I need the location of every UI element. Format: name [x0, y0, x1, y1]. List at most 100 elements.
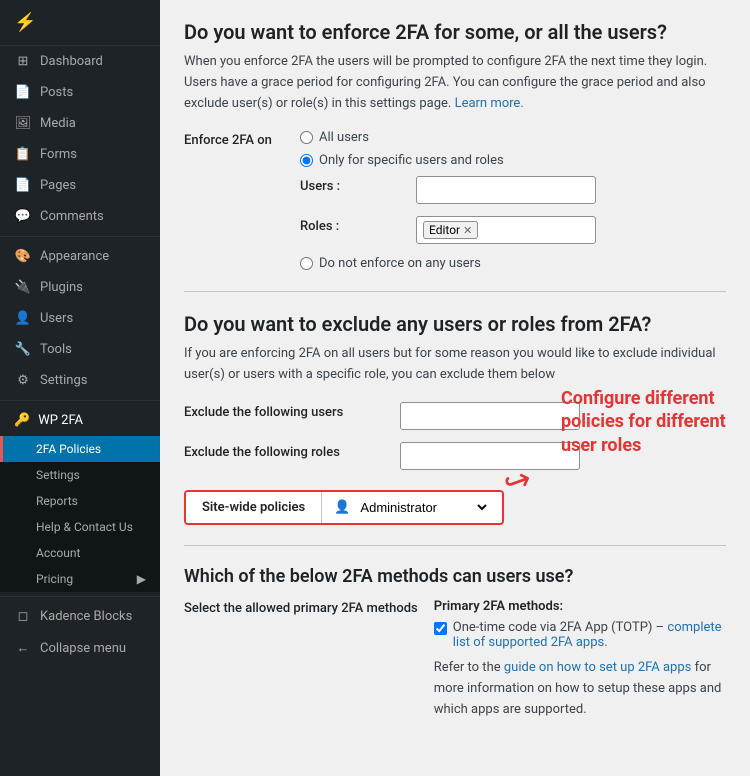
wp2fa-icon: 🔑 — [14, 413, 30, 428]
submenu-help-label: Help & Contact Us — [36, 520, 133, 534]
role-select[interactable]: Administrator Editor Author Contributor … — [356, 499, 490, 516]
submenu-account[interactable]: Account — [0, 540, 160, 566]
pages-icon: 📄 — [14, 178, 32, 193]
exclude-roles-row: Exclude the following roles Configure di… — [184, 442, 726, 470]
callout-text: Configure different policies for differe… — [561, 387, 736, 457]
sidebar-label-dashboard: Dashboard — [40, 54, 103, 69]
sidebar-item-settings[interactable]: ⚙ Settings — [0, 365, 160, 396]
radio-specific-label: Only for specific users and roles — [319, 153, 504, 168]
sidebar-item-forms[interactable]: 📋 Forms — [0, 139, 160, 170]
comments-icon: 💬 — [14, 209, 32, 224]
sidebar-item-kadence[interactable]: ◻ Kadence Blocks — [0, 601, 160, 632]
sidebar-label-wp2fa: WP 2FA — [38, 413, 83, 428]
section-divider-2 — [184, 545, 726, 546]
sidebar-item-comments[interactable]: 💬 Comments — [0, 201, 160, 232]
site-wide-tab[interactable]: Site-wide policies — [186, 492, 322, 523]
sidebar-label-pages: Pages — [40, 178, 76, 193]
primary-methods-title: Primary 2FA methods: — [434, 599, 726, 614]
sidebar-collapse[interactable]: ← Collapse menu — [0, 632, 160, 664]
methods-note: Refer to the guide on how to set up 2FA … — [434, 658, 726, 720]
methods-row: Select the allowed primary 2FA methods P… — [184, 599, 726, 720]
posts-icon: 📄 — [14, 85, 32, 100]
sidebar-label-tools: Tools — [40, 342, 72, 357]
setup-guide-link[interactable]: guide on how to set up 2FA apps — [504, 660, 692, 675]
media-icon: 🖼 — [14, 116, 32, 131]
roles-label: Roles : — [300, 216, 400, 234]
exclude-section-desc: If you are enforcing 2FA on all users bu… — [184, 344, 726, 386]
sidebar: ⚡ ⊞ Dashboard 📄 Posts 🖼 Media 📋 Forms 📄 … — [0, 0, 160, 776]
plugins-icon: 🔌 — [14, 280, 32, 295]
enforce-on-controls: All users Only for specific users and ro… — [300, 130, 504, 168]
submenu-2fa-policies-label: 2FA Policies — [36, 442, 101, 456]
remove-editor-tag[interactable]: ✕ — [463, 224, 472, 237]
sidebar-item-pages[interactable]: 📄 Pages — [0, 170, 160, 201]
radio-none-input[interactable] — [300, 257, 313, 270]
pricing-arrow-icon: ▶ — [137, 572, 146, 586]
editor-tag-label: Editor — [429, 223, 460, 237]
wp2fa-submenu: 2FA Policies Settings Reports Help & Con… — [0, 436, 160, 592]
settings-icon: ⚙ — [14, 373, 32, 388]
sidebar-label-settings: Settings — [40, 373, 87, 388]
submenu-settings[interactable]: Settings — [0, 462, 160, 488]
sidebar-label-forms: Forms — [40, 147, 77, 162]
roles-tag-input[interactable]: Editor ✕ — [416, 216, 596, 244]
sidebar-label-kadence: Kadence Blocks — [40, 609, 132, 624]
exclude-users-input[interactable] — [400, 402, 580, 430]
radio-all-input[interactable] — [300, 131, 313, 144]
sidebar-label-collapse: Collapse menu — [40, 641, 126, 656]
submenu-settings-label: Settings — [36, 468, 80, 482]
collapse-icon: ← — [14, 640, 32, 656]
sidebar-item-appearance[interactable]: 🎨 Appearance — [0, 241, 160, 272]
radio-all-users[interactable]: All users — [300, 130, 504, 145]
role-dropdown[interactable]: 👤 Administrator Editor Author Contributo… — [322, 493, 502, 522]
radio-specific-input[interactable] — [300, 154, 313, 167]
methods-select-label: Select the allowed primary 2FA methods — [184, 599, 418, 619]
submenu-reports-label: Reports — [36, 494, 78, 508]
submenu-help-contact[interactable]: Help & Contact Us — [0, 514, 160, 540]
wp-logo-icon: ⚡ — [14, 12, 36, 33]
enforce-section-desc: When you enforce 2FA the users will be p… — [184, 52, 726, 114]
sidebar-label-comments: Comments — [40, 209, 104, 224]
submenu-pricing[interactable]: Pricing ▶ — [0, 566, 160, 592]
sidebar-item-users[interactable]: 👤 Users — [0, 303, 160, 334]
exclude-roles-label: Exclude the following roles — [184, 442, 384, 460]
forms-icon: 📋 — [14, 147, 32, 162]
policy-bar-container: Site-wide policies 👤 Administrator Edito… — [184, 490, 726, 525]
learn-more-link[interactable]: Learn more. — [455, 96, 524, 111]
exclude-section-title: Do you want to exclude any users or role… — [184, 312, 726, 336]
radio-specific-users[interactable]: Only for specific users and roles — [300, 153, 504, 168]
sidebar-logo: ⚡ — [0, 0, 160, 46]
totp-checkbox[interactable] — [434, 622, 447, 635]
sidebar-item-tools[interactable]: 🔧 Tools — [0, 334, 160, 365]
totp-label: One-time code via 2FA App (TOTP) – compl… — [453, 620, 726, 650]
callout-message: Configure different policies for differe… — [561, 388, 726, 456]
exclude-roles-input[interactable] — [400, 442, 580, 470]
users-label: Users : — [300, 176, 400, 194]
users-row: Users : — [300, 176, 726, 204]
tools-icon: 🔧 — [14, 342, 32, 357]
sidebar-label-posts: Posts — [40, 85, 73, 100]
enforce-on-row: Enforce 2FA on All users Only for specif… — [184, 130, 726, 168]
sidebar-item-dashboard[interactable]: ⊞ Dashboard — [0, 46, 160, 77]
sidebar-item-media[interactable]: 🖼 Media — [0, 108, 160, 139]
editor-tag: Editor ✕ — [423, 221, 478, 239]
submenu-reports[interactable]: Reports — [0, 488, 160, 514]
enforce-section-title: Do you want to enforce 2FA for some, or … — [184, 20, 726, 44]
enforce-on-label: Enforce 2FA on — [184, 130, 284, 148]
no-enforce-row: Do not enforce on any users — [300, 256, 726, 271]
sidebar-item-wp2fa[interactable]: 🔑 WP 2FA — [0, 405, 160, 436]
sidebar-label-plugins: Plugins — [40, 280, 83, 295]
sidebar-item-posts[interactable]: 📄 Posts — [0, 77, 160, 108]
policy-bar: Site-wide policies 👤 Administrator Edito… — [184, 490, 504, 525]
radio-none[interactable]: Do not enforce on any users — [300, 256, 481, 271]
appearance-icon: 🎨 — [14, 249, 32, 264]
users-input[interactable] — [416, 176, 596, 204]
users-icon: 👤 — [14, 311, 32, 326]
sidebar-item-plugins[interactable]: 🔌 Plugins — [0, 272, 160, 303]
methods-note-pre: Refer to the — [434, 660, 501, 675]
submenu-2fa-policies[interactable]: 2FA Policies — [0, 436, 160, 462]
exclude-users-label: Exclude the following users — [184, 402, 384, 420]
radio-none-label: Do not enforce on any users — [319, 256, 481, 271]
sidebar-label-media: Media — [40, 116, 76, 131]
methods-section-title: Which of the below 2FA methods can users… — [184, 566, 726, 587]
